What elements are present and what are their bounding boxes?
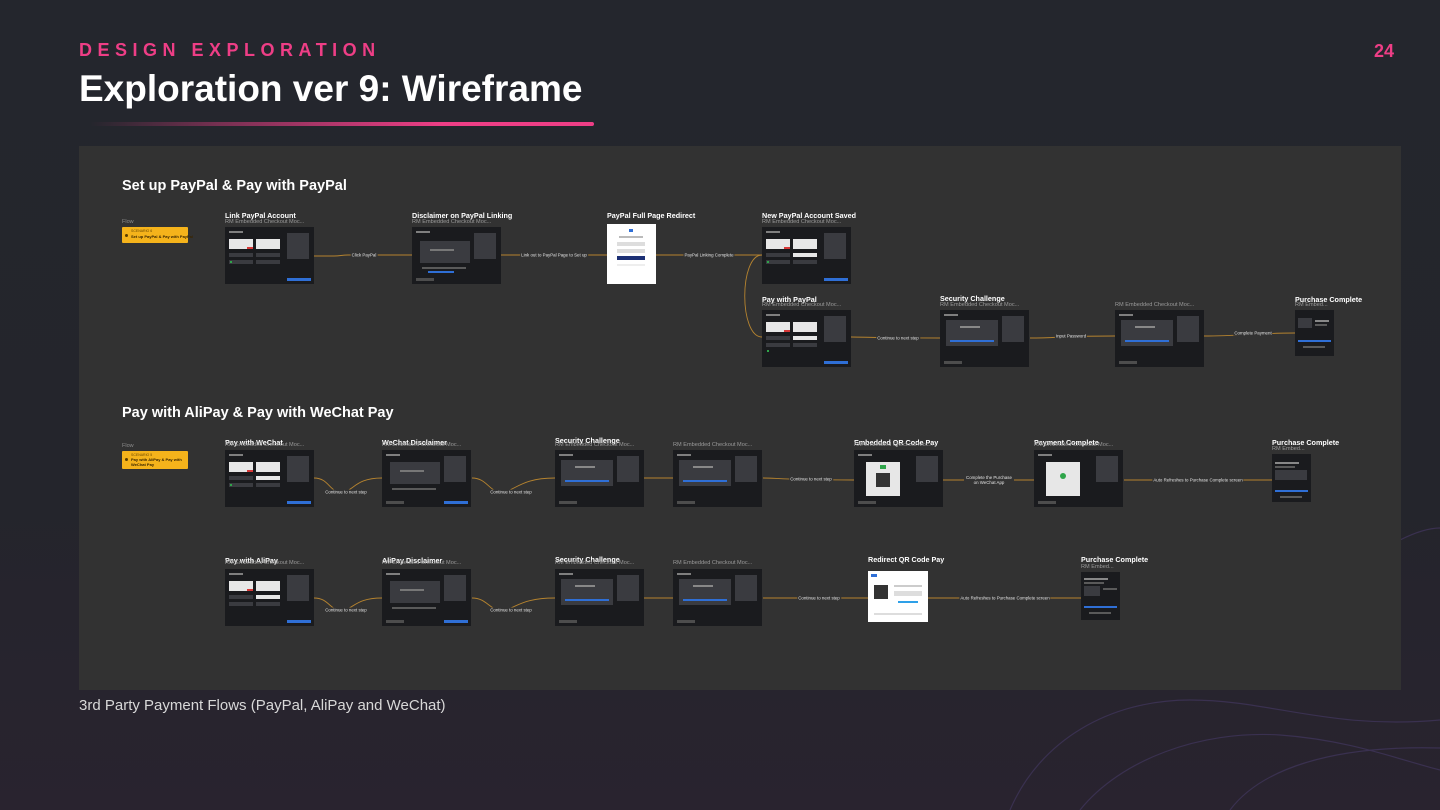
edge-label: Auto Refreshes to Purchase Complete scre… — [959, 595, 1051, 601]
page-number: 24 — [1373, 41, 1394, 61]
screen-thumbnail[interactable] — [673, 569, 762, 626]
screen-thumbnail[interactable] — [1034, 450, 1123, 507]
screen-thumbnail-paypal-redirect[interactable] — [607, 224, 656, 284]
screen-thumbnail-wechat-qr[interactable] — [854, 450, 943, 507]
screen-thumbnail[interactable] — [412, 227, 501, 284]
edge-label: Continue to next step — [324, 489, 368, 495]
step-subtitle: RM Embedded Checkout Moc... — [382, 560, 462, 566]
screen-thumbnail[interactable] — [225, 227, 314, 284]
flow-label: Flow — [122, 443, 134, 449]
edge-label: Continue to next step — [489, 489, 533, 495]
step-subtitle: RM Embedded Checkout Moc... — [382, 442, 462, 448]
screen-thumbnail[interactable] — [382, 450, 471, 507]
wireframe-canvas: Set up PayPal & Pay with PayPal Flow SCE… — [79, 146, 1401, 690]
edge-label: Continue to next step — [876, 335, 920, 341]
slide-caption: 3rd Party Payment Flows (PayPal, AliPay … — [79, 697, 446, 714]
step-subtitle: RM Embedded Checkout Moc... — [225, 219, 305, 225]
scenario-tag-alipay-wechat: SCENARIO 5 Pay with AliPay & Pay with We… — [122, 451, 188, 469]
screen-thumbnail[interactable] — [382, 569, 471, 626]
step-subtitle: RM Embedded Checkout Moc... — [1115, 302, 1195, 308]
edge-label: Continue to next step — [789, 476, 833, 482]
step-subtitle: RM Embed... — [1081, 564, 1114, 570]
screen-thumbnail[interactable] — [1115, 310, 1204, 367]
edge-label: Link out to PayPal Page to Set up — [520, 252, 588, 258]
step-title: Purchase Complete — [1081, 555, 1149, 564]
step-subtitle: RM Embedded Checkout Moc... — [555, 442, 635, 448]
screen-thumbnail[interactable] — [555, 450, 644, 507]
edge-label: Continue to next step — [489, 607, 533, 613]
section-title-paypal: Set up PayPal & Pay with PayPal — [122, 178, 347, 194]
step-subtitle: RM Embedded Checkout Moc... — [940, 302, 1020, 308]
scenario-tag-paypal: SCENARIO 6 Set up PayPal & Pay with PayP… — [122, 227, 193, 243]
section-title-alipay-wechat: Pay with AliPay & Pay with WeChat Pay — [122, 405, 394, 421]
step-subtitle: RM Embedded Checkout Moc... — [673, 560, 753, 566]
screen-thumbnail[interactable] — [762, 227, 851, 284]
screen-thumbnail[interactable] — [555, 569, 644, 626]
screen-thumbnail[interactable] — [225, 569, 314, 626]
edge-label: Complete the Purchase on WeChat App — [964, 475, 1014, 485]
title-underline — [90, 122, 594, 126]
edge-label: Complete Payment — [1233, 330, 1273, 336]
step-subtitle: RM Embedded Checkout Moc... — [1034, 442, 1114, 448]
eyebrow-label: DESIGN EXPLORATION — [79, 40, 381, 60]
step-subtitle: RM Embedded Checkout Moc... — [225, 442, 305, 448]
step-subtitle: RM Embed... — [1272, 446, 1305, 452]
step-title: Redirect QR Code Pay — [868, 555, 945, 564]
step-subtitle: RM Embed... — [1295, 302, 1328, 308]
screen-thumbnail[interactable] — [940, 310, 1029, 367]
edge-label: Auto Refreshes to Purchase Complete scre… — [1152, 477, 1244, 483]
edge-label: Input Password — [1054, 333, 1088, 339]
screen-thumbnail[interactable] — [1295, 310, 1334, 356]
step-subtitle: RM Embedded Checkout Moc... — [762, 219, 842, 225]
screen-thumbnail[interactable] — [673, 450, 762, 507]
step-title: PayPal Full Page Redirect — [607, 211, 696, 220]
page-title: Exploration ver 9: Wireframe — [79, 68, 583, 109]
screen-thumbnail[interactable] — [225, 450, 314, 507]
screen-thumbnail[interactable] — [1272, 454, 1311, 502]
edge-label: PayPal Linking Complete — [683, 252, 735, 258]
edge-label: Continue to next step — [324, 607, 368, 613]
step-subtitle: RM Embedded Checkout Moc... — [412, 219, 492, 225]
screen-thumbnail[interactable] — [1081, 572, 1120, 620]
step-subtitle: RM Embedded Checkout Moc... — [673, 442, 753, 448]
step-subtitle: RM Embedded Checkout Moc... — [762, 302, 842, 308]
step-subtitle: RM Embedded Checkout Moc... — [854, 442, 934, 448]
flow-label: Flow — [122, 219, 134, 225]
edge-label: Click PayPal — [350, 252, 378, 258]
screen-thumbnail-alipay-qr[interactable] — [868, 571, 928, 622]
screen-thumbnail[interactable] — [762, 310, 851, 367]
edge-label: Continue to next step — [797, 595, 841, 601]
step-subtitle: RM Embedded Checkout Moc... — [225, 560, 305, 566]
step-subtitle: RM Embedded Checkout Moc... — [555, 560, 635, 566]
